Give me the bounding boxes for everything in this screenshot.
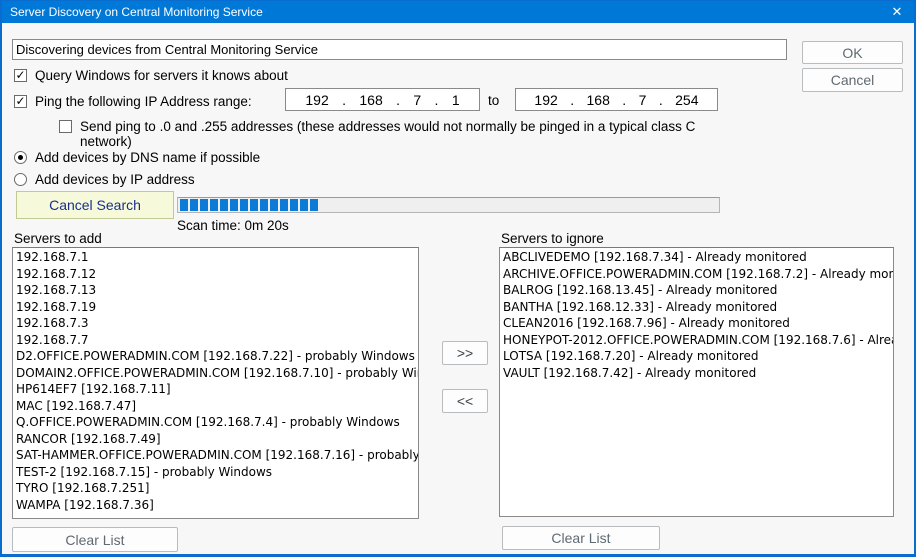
ip-dot: . — [342, 92, 346, 108]
list-item[interactable]: Q.OFFICE.POWERADMIN.COM [192.168.7.4] - … — [16, 414, 418, 431]
list-item[interactable]: RANCOR [192.168.7.49] — [16, 431, 418, 448]
ping-range-checkbox[interactable]: ✓ — [14, 95, 27, 108]
window-title: Server Discovery on Central Monitoring S… — [10, 5, 880, 19]
list-item[interactable]: LOTSA [192.168.7.20] - Already monitored — [503, 348, 893, 365]
query-windows-option[interactable]: ✓ Query Windows for servers it knows abo… — [14, 68, 514, 83]
servers-to-add-label: Servers to add — [14, 231, 102, 246]
move-to-ignore-button[interactable]: >> — [442, 341, 488, 365]
ip-octet: 7 — [413, 92, 421, 108]
list-item[interactable]: 192.168.7.13 — [16, 282, 418, 299]
add-by-dns-radio[interactable] — [14, 151, 27, 164]
list-item[interactable]: 192.168.7.12 — [16, 266, 418, 283]
ip-octet: 168 — [587, 92, 610, 108]
progress-segment — [270, 199, 278, 211]
progress-segment — [310, 199, 318, 211]
add-by-dns-option[interactable]: Add devices by DNS name if possible — [14, 150, 414, 165]
progress-segment — [300, 199, 308, 211]
servers-to-add-list[interactable]: 192.168.7.1192.168.7.12192.168.7.13192.1… — [12, 247, 419, 519]
list-item[interactable]: 192.168.7.7 — [16, 332, 418, 349]
list-item[interactable]: MAC [192.168.7.47] — [16, 398, 418, 415]
ip-octet: 168 — [359, 92, 382, 108]
list-item[interactable]: VAULT [192.168.7.42] - Already monitored — [503, 365, 893, 382]
list-item[interactable]: 192.168.7.1 — [16, 249, 418, 266]
ip-dot: . — [659, 92, 663, 108]
progress-segment — [290, 199, 298, 211]
send-ping-checkbox[interactable]: ✓ — [59, 120, 72, 133]
list-item[interactable]: HONEYPOT-2012.OFFICE.POWERADMIN.COM [192… — [503, 332, 893, 349]
list-item[interactable]: 192.168.7.19 — [16, 299, 418, 316]
ip-octet: 192 — [534, 92, 557, 108]
ip-octet: 254 — [675, 92, 698, 108]
list-item[interactable]: TYRO [192.168.7.251] — [16, 480, 418, 497]
ok-button[interactable]: OK — [802, 41, 903, 64]
send-ping-option[interactable]: ✓ Send ping to .0 and .255 addresses (th… — [59, 119, 749, 149]
scan-time-label: Scan time: 0m 20s — [177, 218, 289, 233]
ip-dot: . — [622, 92, 626, 108]
progress-segment — [210, 199, 218, 211]
add-by-ip-option[interactable]: Add devices by IP address — [14, 172, 414, 187]
servers-to-ignore-label: Servers to ignore — [501, 231, 604, 246]
server-discovery-dialog: Server Discovery on Central Monitoring S… — [0, 0, 916, 557]
list-item[interactable]: D2.OFFICE.POWERADMIN.COM [192.168.7.22] … — [16, 348, 418, 365]
progress-segment — [230, 199, 238, 211]
clear-ignore-list-button[interactable]: Clear List — [502, 526, 660, 550]
list-item[interactable]: TEST-2 [192.168.7.15] - probably Windows — [16, 464, 418, 481]
send-ping-label: Send ping to .0 and .255 addresses (thes… — [80, 119, 749, 149]
ping-range-option[interactable]: ✓ Ping the following IP Address range: — [14, 94, 284, 109]
progress-segment — [280, 199, 288, 211]
ip-range-start-field[interactable]: 192. 168. 7. 1 — [285, 88, 480, 111]
clear-add-list-button[interactable]: Clear List — [12, 527, 178, 552]
progress-segment — [180, 199, 188, 211]
titlebar[interactable]: Server Discovery on Central Monitoring S… — [2, 1, 914, 23]
add-by-ip-label: Add devices by IP address — [35, 172, 195, 187]
to-label: to — [488, 93, 499, 108]
close-icon[interactable]: ✕ — [880, 1, 914, 23]
move-to-add-button[interactable]: << — [442, 389, 488, 413]
list-item[interactable]: CLEAN2016 [192.168.7.96] - Already monit… — [503, 315, 893, 332]
discovery-status-field[interactable]: Discovering devices from Central Monitor… — [12, 39, 787, 60]
list-item[interactable]: BANTHA [192.168.12.33] - Already monitor… — [503, 299, 893, 316]
progress-segment — [190, 199, 198, 211]
list-item[interactable]: BALROG [192.168.13.45] - Already monitor… — [503, 282, 893, 299]
cancel-button[interactable]: Cancel — [802, 68, 903, 92]
query-windows-checkbox[interactable]: ✓ — [14, 69, 27, 82]
ip-range-end-field[interactable]: 192. 168. 7. 254 — [515, 88, 718, 111]
add-by-ip-radio[interactable] — [14, 173, 27, 186]
list-item[interactable]: DOMAIN2.OFFICE.POWERADMIN.COM [192.168.7… — [16, 365, 418, 382]
scan-progress-bar — [177, 197, 720, 213]
servers-to-ignore-list[interactable]: ABCLIVEDEMO [192.168.7.34] - Already mon… — [499, 247, 894, 517]
progress-segment — [220, 199, 228, 211]
list-item[interactable]: ABCLIVEDEMO [192.168.7.34] - Already mon… — [503, 249, 893, 266]
progress-segment — [200, 199, 208, 211]
ip-dot: . — [570, 92, 574, 108]
list-item[interactable]: ARCHIVE.OFFICE.POWERADMIN.COM [192.168.7… — [503, 266, 893, 283]
list-item[interactable]: HP614EF7 [192.168.7.11] — [16, 381, 418, 398]
list-item[interactable]: SAT-HAMMER.OFFICE.POWERADMIN.COM [192.16… — [16, 447, 418, 464]
list-item[interactable]: 192.168.7.3 — [16, 315, 418, 332]
progress-segment — [240, 199, 248, 211]
ip-octet: 7 — [639, 92, 647, 108]
ping-range-label: Ping the following IP Address range: — [35, 94, 252, 109]
add-by-dns-label: Add devices by DNS name if possible — [35, 150, 260, 165]
cancel-search-button[interactable]: Cancel Search — [16, 191, 174, 219]
ip-octet: 1 — [452, 92, 460, 108]
list-item[interactable]: WAMPA [192.168.7.36] — [16, 497, 418, 514]
ip-octet: 192 — [305, 92, 328, 108]
progress-segment — [260, 199, 268, 211]
ip-dot: . — [396, 92, 400, 108]
query-windows-label: Query Windows for servers it knows about — [35, 68, 288, 83]
progress-segment — [250, 199, 258, 211]
ip-dot: . — [435, 92, 439, 108]
